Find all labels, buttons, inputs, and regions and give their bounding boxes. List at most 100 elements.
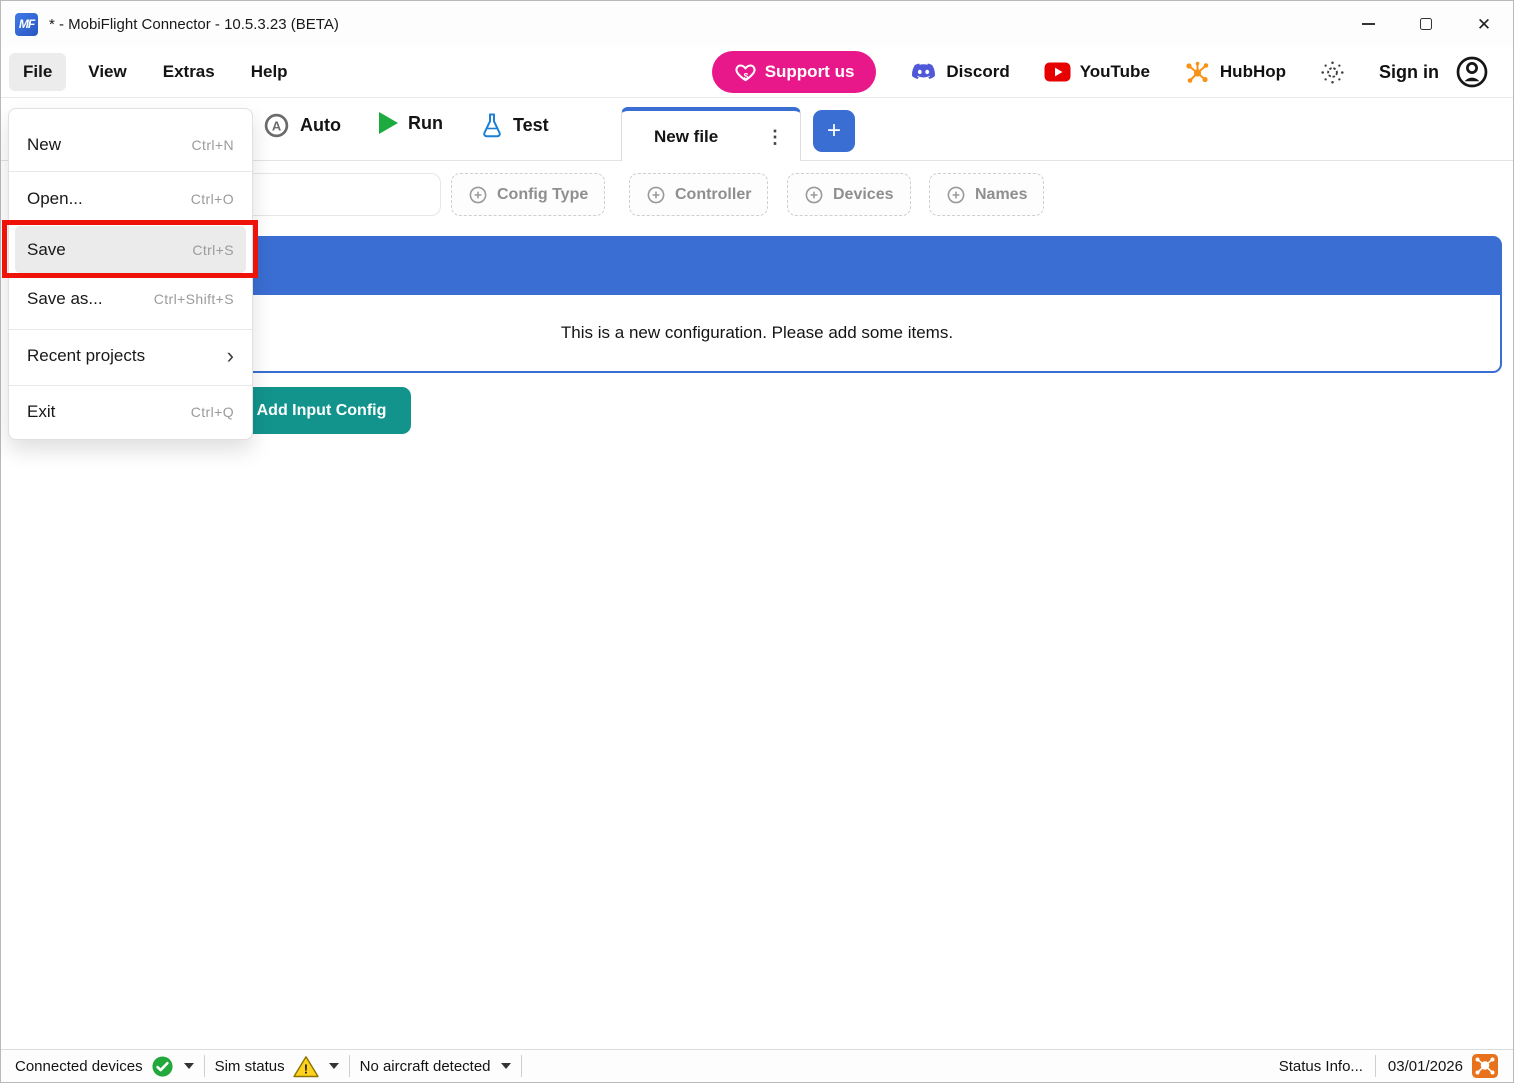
mobiflight-logo-icon: MF xyxy=(15,13,38,36)
filter-devices-button[interactable]: Devices xyxy=(787,173,911,216)
connected-devices-dropdown[interactable]: Connected devices xyxy=(1,1055,204,1078)
close-button[interactable]: ✕ xyxy=(1455,1,1513,47)
auto-button[interactable]: A Auto xyxy=(263,112,341,139)
menu-file[interactable]: File xyxy=(9,53,66,91)
status-info-link[interactable]: Status Info... xyxy=(1267,1058,1375,1075)
menu-item-label: Recent projects xyxy=(27,346,145,366)
sign-in-button[interactable]: Sign in xyxy=(1379,55,1489,89)
menu-item-shortcut: Ctrl+S xyxy=(192,242,234,258)
support-us-label: Support us xyxy=(765,62,855,82)
aircraft-dropdown[interactable]: No aircraft detected xyxy=(350,1058,521,1075)
menu-bar: File View Extras Help $ Support us xyxy=(1,47,1513,98)
filter-devices-label: Devices xyxy=(833,186,894,204)
discord-icon xyxy=(910,59,937,86)
filter-controller-label: Controller xyxy=(675,186,751,204)
circle-plus-icon xyxy=(646,185,666,205)
menu-item-shortcut: Ctrl+Q xyxy=(191,404,234,420)
menu-item-label: Open... xyxy=(27,189,83,209)
run-button[interactable]: Run xyxy=(379,112,443,134)
window-controls: ✕ xyxy=(1339,1,1513,47)
menu-separator xyxy=(9,385,252,386)
youtube-label: YouTube xyxy=(1080,62,1150,82)
heart-dollar-icon: $ xyxy=(734,61,757,84)
hubhop-icon xyxy=(1184,59,1211,86)
discord-button[interactable]: Discord xyxy=(910,59,1009,86)
chevron-down-icon xyxy=(329,1063,339,1069)
hubhop-label: HubHop xyxy=(1220,62,1286,82)
filter-search-input[interactable] xyxy=(221,173,441,216)
theme-toggle-button[interactable] xyxy=(1320,60,1345,85)
status-date: 03/01/2026 xyxy=(1376,1058,1471,1075)
add-input-config-button[interactable]: Add Input Config xyxy=(232,387,411,434)
app-window: MF * - MobiFlight Connector - 10.5.3.23 … xyxy=(0,0,1514,1083)
auto-circle-a-icon: A xyxy=(263,112,290,139)
file-dropdown-menu: New Ctrl+N Open... Ctrl+O Save Ctrl+S Sa… xyxy=(8,108,253,440)
statusbar-divider xyxy=(521,1055,522,1077)
sun-icon xyxy=(1320,60,1345,85)
menu-item-label: Save xyxy=(27,240,66,260)
minimize-button[interactable] xyxy=(1339,1,1397,47)
menu-item-save-as[interactable]: Save as... Ctrl+Shift+S xyxy=(9,275,252,323)
menu-item-label: New xyxy=(27,135,61,155)
warning-icon: ! xyxy=(293,1055,319,1078)
empty-config-message: This is a new configuration. Please add … xyxy=(561,323,953,343)
support-us-button[interactable]: $ Support us xyxy=(712,51,877,93)
menu-item-label: Save as... xyxy=(27,289,103,309)
play-icon xyxy=(379,112,398,134)
sign-in-label: Sign in xyxy=(1379,62,1439,83)
avatar-icon xyxy=(1455,55,1489,89)
title-bar: MF * - MobiFlight Connector - 10.5.3.23 … xyxy=(1,1,1513,47)
menu-item-exit[interactable]: Exit Ctrl+Q xyxy=(9,389,252,435)
menu-item-open[interactable]: Open... Ctrl+O xyxy=(9,175,252,223)
menu-separator xyxy=(9,171,252,172)
maximize-icon xyxy=(1420,18,1432,30)
chevron-down-icon xyxy=(184,1063,194,1069)
menu-item-save[interactable]: Save Ctrl+S xyxy=(15,226,246,273)
circle-plus-icon xyxy=(804,185,824,205)
discord-label: Discord xyxy=(946,62,1009,82)
auto-label: Auto xyxy=(300,115,341,136)
filter-controller-button[interactable]: Controller xyxy=(629,173,768,216)
filter-names-button[interactable]: Names xyxy=(929,173,1044,216)
sim-status-label: Sim status xyxy=(215,1058,285,1075)
tab-new-file[interactable]: New file ⋮ xyxy=(621,107,801,162)
circle-plus-icon xyxy=(946,185,966,205)
aircraft-label: No aircraft detected xyxy=(360,1058,491,1075)
youtube-button[interactable]: YouTube xyxy=(1044,62,1150,82)
menu-item-recent-projects[interactable]: Recent projects › xyxy=(9,333,252,379)
svg-text:!: ! xyxy=(304,1062,308,1076)
menu-item-shortcut: Ctrl+Shift+S xyxy=(154,291,234,307)
hubhop-update-icon xyxy=(1471,1053,1499,1079)
svg-text:$: $ xyxy=(743,71,748,80)
menu-separator xyxy=(9,329,252,330)
window-title: * - MobiFlight Connector - 10.5.3.23 (BE… xyxy=(49,16,339,33)
flask-icon xyxy=(481,112,503,139)
menu-bar-right: $ Support us Discord xyxy=(712,51,1489,93)
hubhop-button[interactable]: HubHop xyxy=(1184,59,1286,86)
menu-item-new[interactable]: New Ctrl+N xyxy=(9,121,252,169)
test-label: Test xyxy=(513,115,549,136)
menu-item-label: Exit xyxy=(27,402,55,422)
menu-item-shortcut: Ctrl+N xyxy=(192,137,234,153)
tab-options-kebab-icon[interactable]: ⋮ xyxy=(766,128,784,146)
success-check-icon xyxy=(151,1055,174,1078)
menu-bar-left: File View Extras Help xyxy=(9,53,302,91)
minimize-icon xyxy=(1362,23,1375,25)
maximize-button[interactable] xyxy=(1397,1,1455,47)
status-bar: Connected devices Sim status ! No aircra… xyxy=(1,1049,1513,1082)
test-button[interactable]: Test xyxy=(481,112,549,139)
submenu-chevron-icon: › xyxy=(227,345,234,367)
filter-config-type-label: Config Type xyxy=(497,186,588,204)
add-tab-button[interactable]: + xyxy=(813,110,855,152)
chevron-down-icon xyxy=(501,1063,511,1069)
connected-devices-label: Connected devices xyxy=(15,1058,143,1075)
filter-config-type-button[interactable]: Config Type xyxy=(451,173,605,216)
menu-help[interactable]: Help xyxy=(237,53,302,91)
filter-names-label: Names xyxy=(975,186,1027,204)
svg-text:A: A xyxy=(272,118,282,133)
menu-view[interactable]: View xyxy=(74,53,140,91)
menu-extras[interactable]: Extras xyxy=(149,53,229,91)
run-label: Run xyxy=(408,113,443,134)
close-icon: ✕ xyxy=(1477,16,1491,33)
sim-status-dropdown[interactable]: Sim status ! xyxy=(205,1055,349,1078)
